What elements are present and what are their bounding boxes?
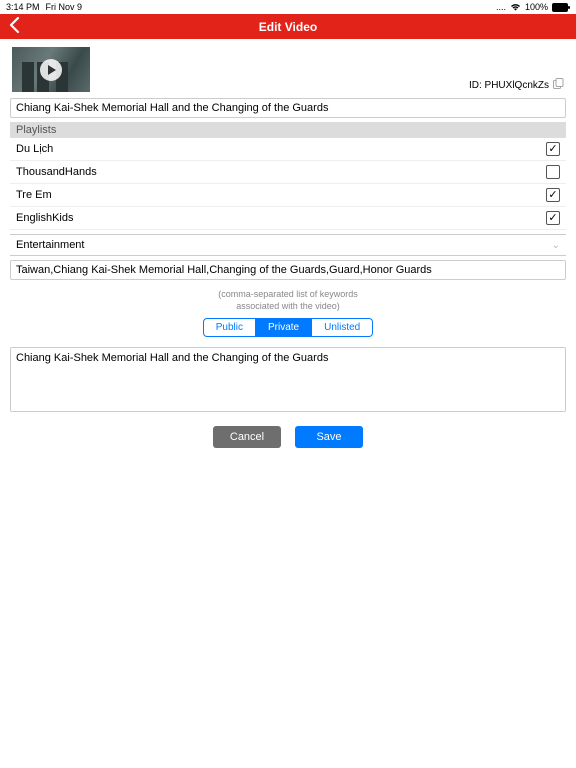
check-icon: ✓ [548,144,557,155]
playlist-item[interactable]: Tre Em ✓ [10,184,566,207]
check-icon: ✓ [548,190,557,201]
battery-icon [552,3,570,12]
playlist-item[interactable]: EnglishKids ✓ [10,207,566,230]
status-time: 3:14 PM [6,2,40,12]
header-bar: Edit Video [0,14,576,39]
battery-percent: 100% [525,2,548,12]
privacy-option-unlisted[interactable]: Unlisted [312,318,373,337]
cancel-button[interactable]: Cancel [213,426,281,448]
privacy-option-public[interactable]: Public [203,318,256,337]
privacy-option-private[interactable]: Private [256,318,312,337]
playlist-item[interactable]: ThousandHands [10,161,566,184]
category-value: Entertainment [16,239,84,251]
category-select[interactable]: Entertainment ⌄ [10,234,566,256]
tags-input[interactable]: Taiwan,Chiang Kai-Shek Memorial Hall,Cha… [10,260,566,280]
copy-icon[interactable] [553,78,564,92]
playlist-label: Du Lịch [16,143,53,155]
playlist-label: ThousandHands [16,166,97,178]
tags-hint: (comma-separated list of keywordsassocia… [0,283,576,318]
wifi-icon [510,3,521,11]
video-thumbnail[interactable] [12,47,90,92]
playlist-checkbox[interactable]: ✓ [546,188,560,202]
check-icon: ✓ [548,213,557,224]
playlist-checkbox[interactable] [546,165,560,179]
playlist-checkbox[interactable]: ✓ [546,142,560,156]
privacy-segmented-control: PublicPrivateUnlisted [0,318,576,337]
playlist-item[interactable]: Du Lịch ✓ [10,138,566,161]
save-button[interactable]: Save [295,426,363,448]
page-title: Edit Video [0,20,576,34]
description-input[interactable]: Chiang Kai-Shek Memorial Hall and the Ch… [10,347,566,412]
status-bar: 3:14 PM Fri Nov 9 .... 100% [0,0,576,14]
status-date: Fri Nov 9 [46,2,83,12]
playlists-header: Playlists [10,122,566,138]
play-icon [40,59,62,81]
playlist-label: EnglishKids [16,212,73,224]
title-input[interactable]: Chiang Kai-Shek Memorial Hall and the Ch… [10,98,566,118]
back-button[interactable] [8,17,22,36]
playlist-label: Tre Em [16,189,52,201]
cellular-icon: .... [496,2,506,12]
chevron-down-icon: ⌄ [552,240,560,251]
video-id-label: ID: PHUXlQcnkZs [469,80,549,91]
playlist-checkbox[interactable]: ✓ [546,211,560,225]
